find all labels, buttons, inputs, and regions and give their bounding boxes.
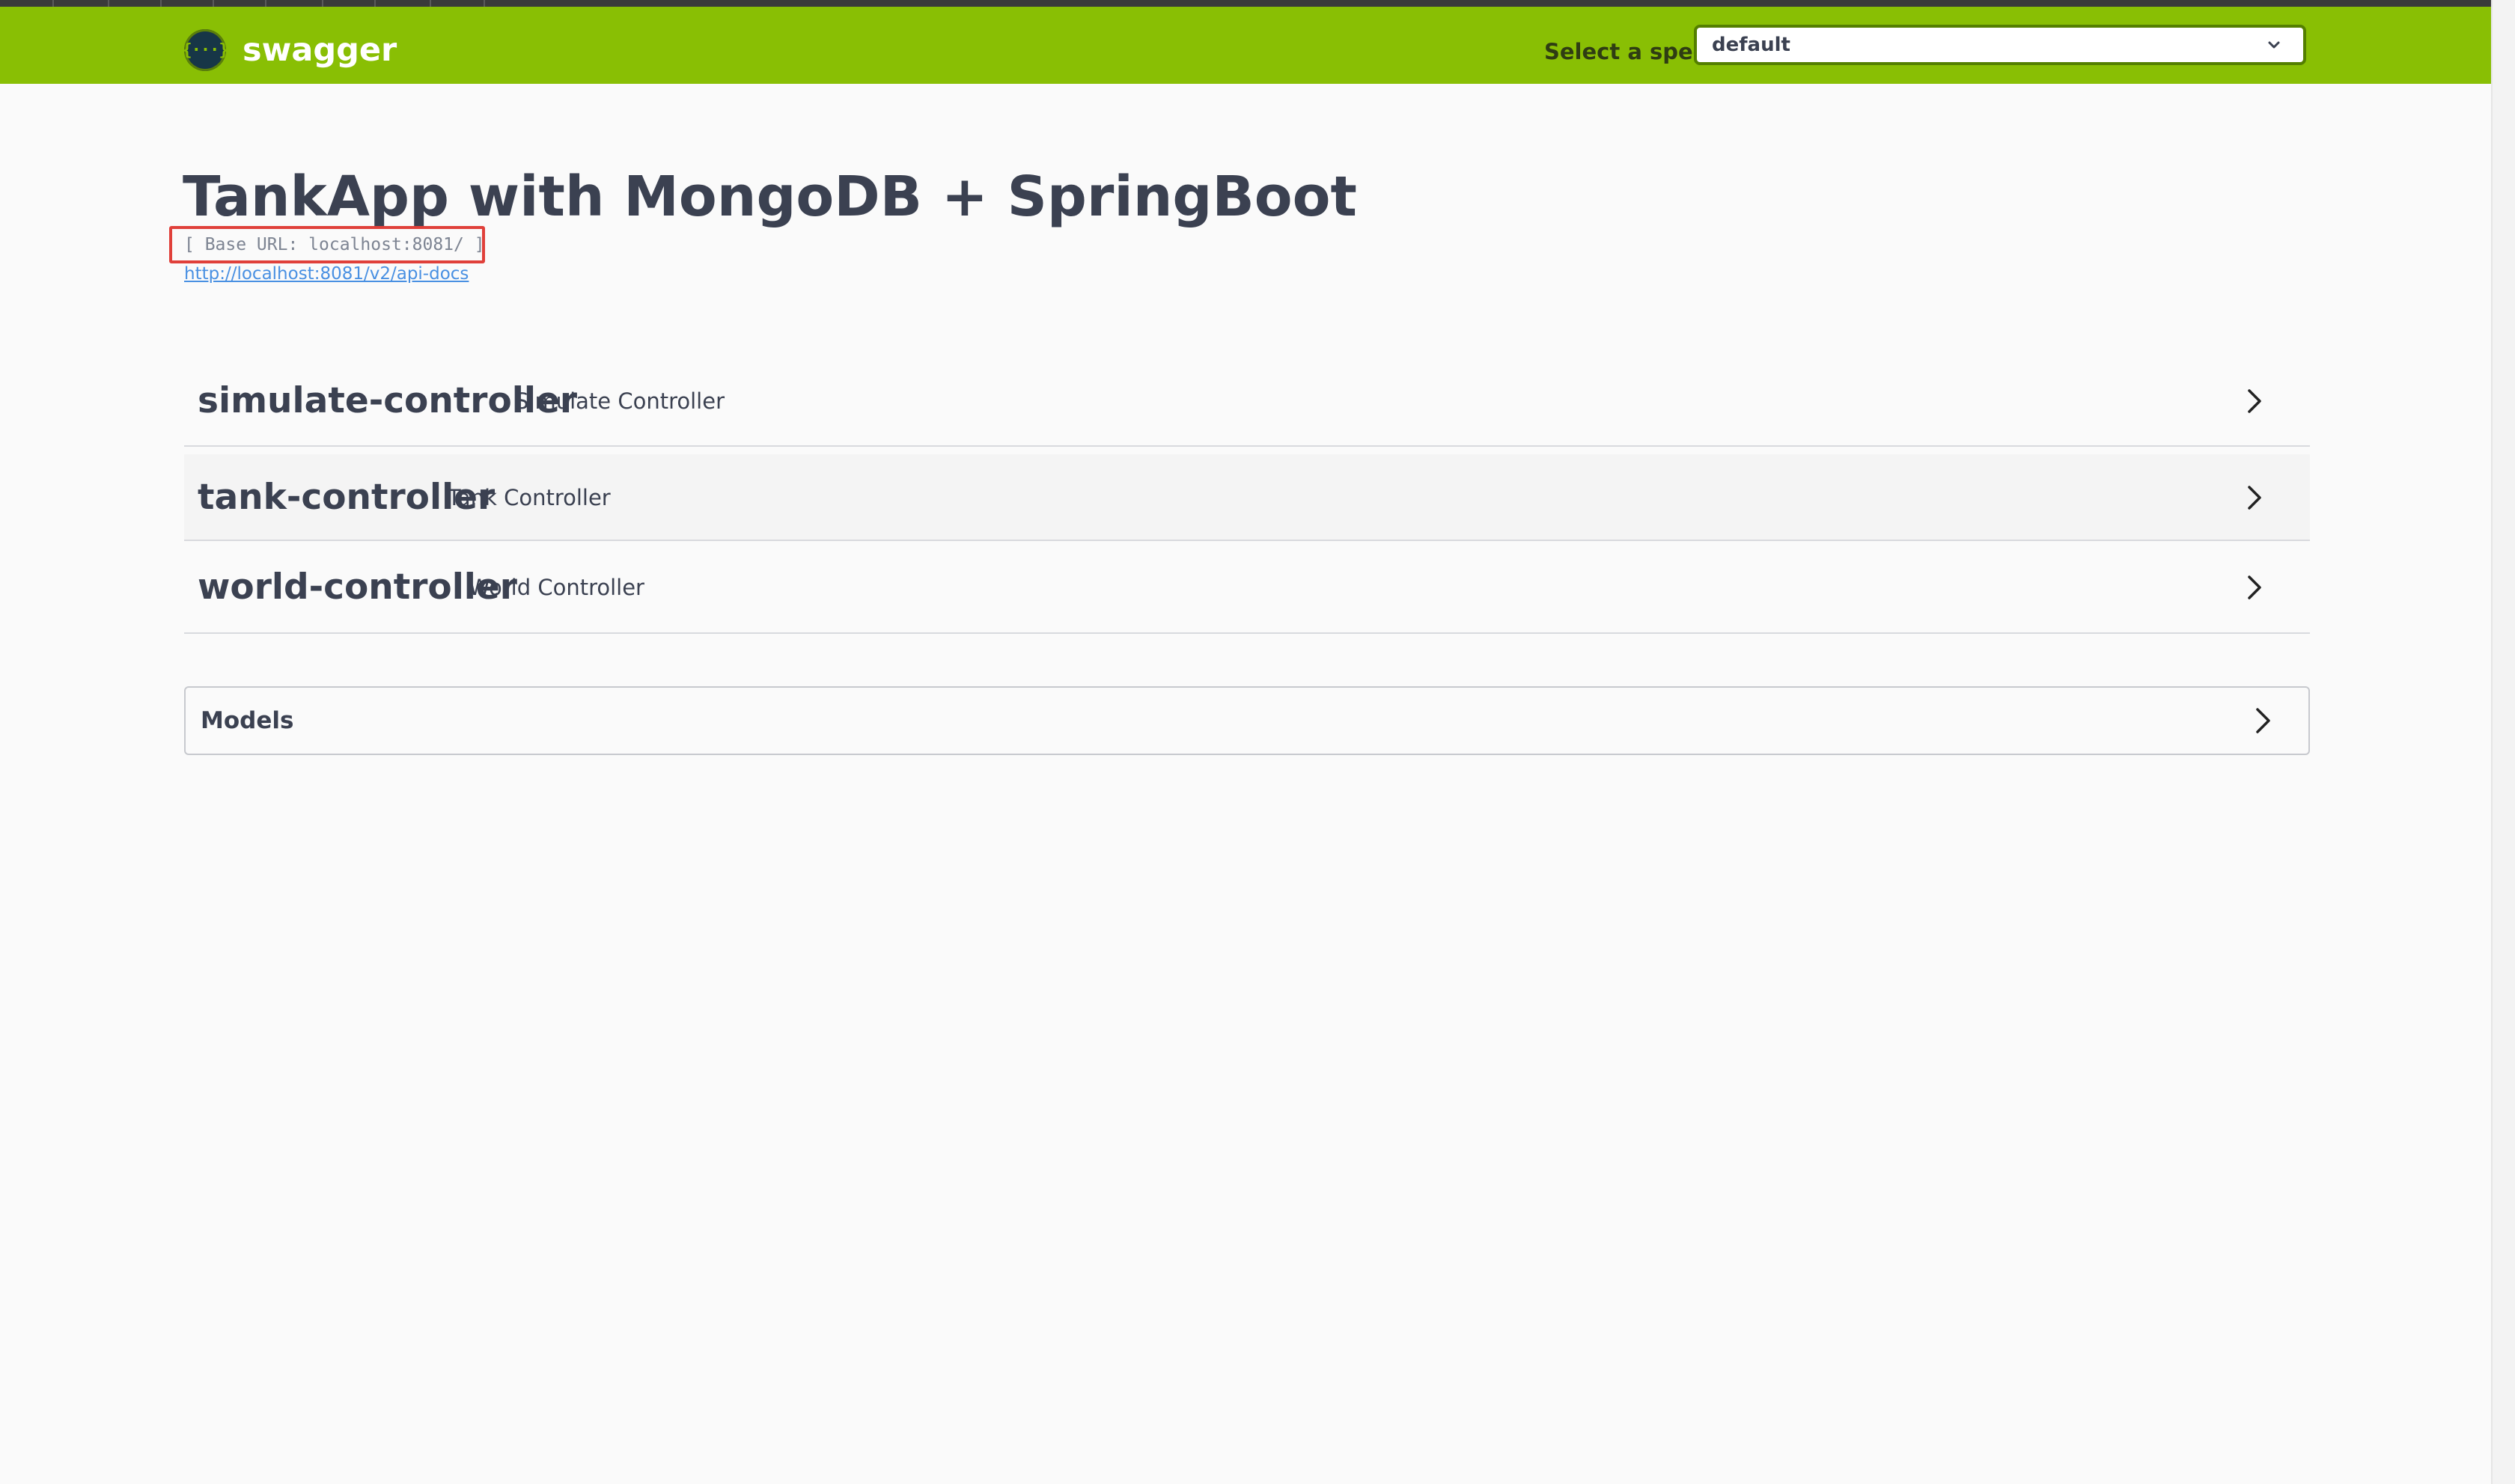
browser-top-strip	[0, 0, 2493, 7]
models-label: Models	[201, 707, 294, 734]
tag-description: World Controller	[469, 575, 644, 600]
strip-divider	[322, 0, 323, 7]
spec-select-label: Select a spec	[1544, 39, 1706, 64]
strip-divider	[484, 0, 485, 7]
tag-simulate-controller[interactable]: simulate-controller Simulate Controller	[184, 355, 2310, 447]
tag-world-controller[interactable]: world-controller World Controller	[184, 541, 2310, 634]
api-docs-link[interactable]: http://localhost:8081/v2/api-docs	[184, 262, 469, 286]
spec-select-value: default	[1712, 34, 1790, 56]
chevron-right-icon[interactable]	[2241, 388, 2266, 414]
chevron-right-icon[interactable]	[2249, 707, 2275, 734]
topbar: {···} swagger Select a spec default	[0, 7, 2493, 84]
tag-description: Simulate Controller	[515, 388, 725, 414]
strip-divider	[374, 0, 376, 7]
strip-divider	[108, 0, 109, 7]
chevron-down-icon	[2268, 41, 2280, 49]
chevron-right-icon[interactable]	[2241, 575, 2266, 600]
tag-description: Tank Controller	[448, 485, 611, 510]
swagger-logo-icon: {···}	[182, 29, 229, 71]
strip-divider	[160, 0, 162, 7]
scrollbar[interactable]	[2491, 0, 2515, 1484]
strip-divider	[265, 0, 266, 7]
swagger-logo-link[interactable]: {···} swagger	[182, 28, 397, 73]
strip-divider	[52, 0, 54, 7]
spec-select[interactable]: default	[1694, 25, 2306, 65]
brand-name: swagger	[243, 31, 397, 69]
chevron-right-icon[interactable]	[2241, 485, 2266, 510]
base-url: [ Base URL: localhost:8081/ ]	[184, 235, 485, 254]
tag-tank-controller[interactable]: tank-controller Tank Controller	[184, 454, 2310, 541]
strip-divider	[430, 0, 431, 7]
models-section[interactable]: Models	[184, 686, 2310, 755]
strip-divider	[213, 0, 214, 7]
